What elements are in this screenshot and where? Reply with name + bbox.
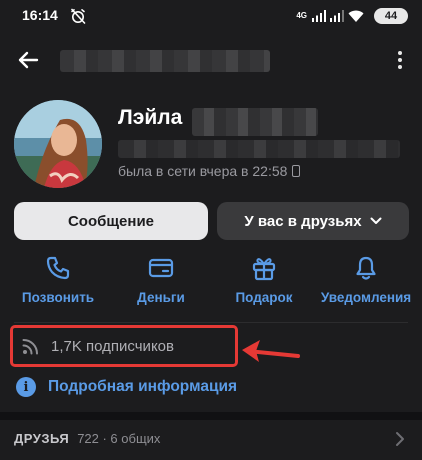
friend-status-label: У вас в друзьях — [244, 212, 362, 230]
signal-icon — [312, 10, 326, 22]
chevron-right-icon[interactable] — [394, 431, 406, 447]
avatar-image — [14, 100, 102, 188]
call-action-label: Позвонить — [21, 290, 95, 305]
actions-row: Позвонить Деньги Подарок Уведомления — [0, 252, 422, 314]
network-type: 4G — [296, 11, 307, 20]
blurred-title — [60, 50, 270, 72]
section-separator — [0, 412, 422, 420]
message-button-label: Сообщение — [67, 212, 155, 230]
wifi-icon — [348, 10, 364, 22]
friends-count: 722 · 6 общих — [77, 431, 161, 446]
call-action[interactable]: Позвонить — [6, 252, 110, 314]
followers-row[interactable]: 1,7K подписчиков — [10, 325, 238, 367]
blurred-status — [118, 140, 400, 158]
gift-action[interactable]: Подарок — [212, 252, 316, 314]
last-seen-text: была в сети вчера в 22:58 — [118, 163, 288, 179]
last-seen-status: была в сети вчера в 22:58 — [118, 163, 301, 179]
annotation-arrow-icon — [242, 340, 300, 362]
friends-section-header[interactable]: ДРУЗЬЯ 722 · 6 общих — [14, 431, 160, 446]
money-action-label: Деньги — [137, 290, 185, 305]
gift-action-label: Подарок — [235, 290, 293, 305]
message-button[interactable]: Сообщение — [14, 202, 208, 240]
avatar[interactable] — [14, 100, 102, 188]
back-button[interactable] — [14, 46, 42, 74]
more-options-button[interactable] — [388, 46, 412, 74]
alarm-off-icon — [71, 8, 86, 24]
blurred-surname — [192, 108, 318, 136]
profile-first-name: Лэйла — [118, 106, 183, 129]
money-icon — [148, 258, 174, 278]
rss-icon — [22, 339, 38, 355]
info-icon: i — [16, 377, 36, 397]
bell-icon — [356, 256, 376, 280]
detailed-info-link[interactable]: i Подробная информация — [16, 374, 237, 400]
notifications-action[interactable]: Уведомления — [314, 252, 418, 314]
divider — [14, 322, 408, 323]
phone-icon — [46, 256, 70, 280]
arrow-left-icon — [18, 51, 39, 69]
money-action[interactable]: Деньги — [109, 252, 213, 314]
chevron-down-icon — [370, 217, 382, 224]
followers-count: 1,7K подписчиков — [51, 337, 174, 355]
top-bar — [0, 32, 422, 88]
mobile-icon — [292, 165, 301, 177]
notifications-action-label: Уведомления — [320, 290, 412, 305]
signal-icon-2 — [330, 10, 344, 22]
battery-indicator: 44 — [374, 8, 408, 24]
friend-status-button[interactable]: У вас в друзьях — [217, 202, 409, 240]
status-bar: 16:14 4G 44 — [0, 0, 422, 32]
friends-title: ДРУЗЬЯ — [14, 431, 70, 446]
status-time: 16:14 — [22, 7, 58, 23]
detailed-info-label: Подробная информация — [48, 378, 238, 395]
gift-icon — [252, 258, 276, 281]
